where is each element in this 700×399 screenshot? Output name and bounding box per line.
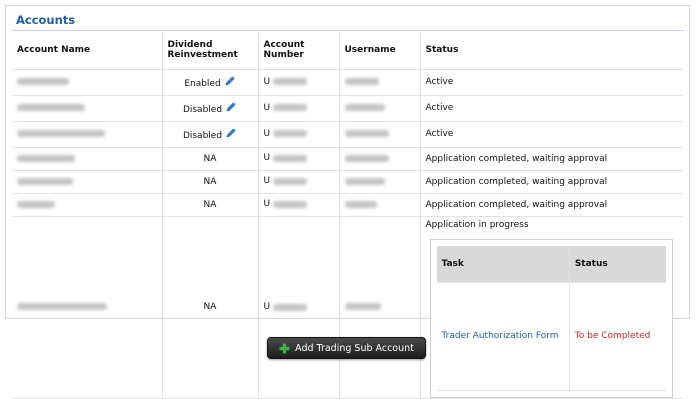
- status-cell: Application in progress Task Status Trad…: [420, 216, 683, 399]
- status-cell: Application completed, waiting approval: [420, 170, 683, 194]
- dividend-cell: Disabled: [162, 121, 259, 148]
- username-redacted: [339, 147, 421, 171]
- username-redacted: [339, 69, 421, 96]
- panel-title: Accounts: [16, 13, 76, 27]
- account-number-cell: U: [258, 147, 340, 171]
- account-name-redacted: [12, 121, 163, 148]
- pending-tasks-table: Task Status Trader Authorization Form To…: [436, 245, 666, 391]
- accounts-panel: Accounts Account Name Dividend Reinvestm…: [5, 5, 690, 399]
- account-name-redacted: [12, 69, 163, 96]
- edit-pencil-icon[interactable]: [225, 101, 237, 113]
- username-redacted: [339, 193, 421, 217]
- account-number-prefix: U: [263, 176, 271, 187]
- trader-authorization-form-link[interactable]: Trader Authorization Form: [442, 331, 559, 341]
- account-name-redacted: [12, 170, 163, 194]
- account-number-cell: U: [258, 216, 340, 399]
- add-button-label: Add Trading Sub Account: [295, 342, 414, 354]
- status-cell: Application completed, waiting approval: [420, 193, 683, 217]
- account-name-redacted: [12, 193, 163, 217]
- dividend-cell: Enabled: [162, 69, 259, 96]
- dividend-value: Enabled: [184, 79, 221, 89]
- col-header-status: Status: [420, 32, 683, 70]
- table-row: Disabled U Active: [12, 95, 683, 122]
- dividend-value: NA: [162, 216, 259, 399]
- plus-icon: [279, 343, 290, 353]
- account-number-cell: U: [258, 95, 340, 122]
- account-name-redacted: [12, 95, 163, 122]
- username-redacted: [339, 170, 421, 194]
- account-number-cell: U: [258, 170, 340, 194]
- account-number-prefix: U: [263, 76, 271, 87]
- task-status-col-header: Status: [569, 245, 666, 283]
- status-text: Application in progress: [425, 219, 529, 230]
- status-cell: Active: [420, 69, 683, 96]
- dividend-value: Disabled: [182, 105, 223, 115]
- account-number-cell: U: [258, 193, 340, 217]
- account-number-cell: U: [258, 121, 340, 148]
- username-redacted: [339, 216, 421, 399]
- account-name-redacted: [12, 216, 163, 399]
- account-number-prefix: U: [263, 199, 271, 210]
- edit-pencil-icon[interactable]: [225, 127, 237, 139]
- task-status: To be Completed: [569, 282, 666, 391]
- task-row: Trader Authorization Form To be Complete…: [436, 282, 666, 391]
- dividend-value: NA: [162, 170, 259, 194]
- pending-tasks-box: Task Status Trader Authorization Form To…: [429, 238, 673, 398]
- col-header-dividend-reinvestment: Dividend Reinvestment: [162, 32, 259, 70]
- username-redacted: [339, 95, 421, 122]
- username-redacted: [339, 121, 421, 148]
- status-cell: Active: [420, 95, 683, 122]
- account-number-prefix: U: [263, 102, 271, 113]
- task-header-row: Task Status: [436, 245, 666, 283]
- dividend-value: Disabled: [182, 131, 223, 141]
- table-row: NA U Application in progress Task Status: [12, 216, 683, 399]
- dividend-value: NA: [162, 193, 259, 217]
- table-row: NA U Application completed, waiting appr…: [12, 147, 683, 171]
- task-col-header: Task: [436, 245, 570, 283]
- table-row: Enabled U Active: [12, 69, 683, 96]
- account-number-prefix: U: [263, 302, 271, 312]
- account-number-prefix: U: [263, 153, 271, 164]
- col-header-username: Username: [339, 32, 421, 70]
- account-number-prefix: U: [263, 128, 271, 139]
- table-row: NA U Application completed, waiting appr…: [12, 170, 683, 194]
- add-trading-sub-account-button[interactable]: Add Trading Sub Account: [267, 337, 426, 359]
- status-cell: Active: [420, 121, 683, 148]
- title-divider: [11, 30, 684, 31]
- col-header-account-number: Account Number: [258, 32, 340, 70]
- edit-pencil-icon[interactable]: [224, 75, 236, 87]
- header-row: Account Name Dividend Reinvestment Accou…: [12, 32, 683, 70]
- table-row: NA U Application completed, waiting appr…: [12, 193, 683, 217]
- col-header-account-name: Account Name: [12, 32, 163, 70]
- account-number-cell: U: [258, 69, 340, 96]
- account-name-redacted: [12, 147, 163, 171]
- table-row: Disabled U Active: [12, 121, 683, 148]
- status-cell: Application completed, waiting approval: [420, 147, 683, 171]
- dividend-value: NA: [162, 147, 259, 171]
- dividend-cell: Disabled: [162, 95, 259, 122]
